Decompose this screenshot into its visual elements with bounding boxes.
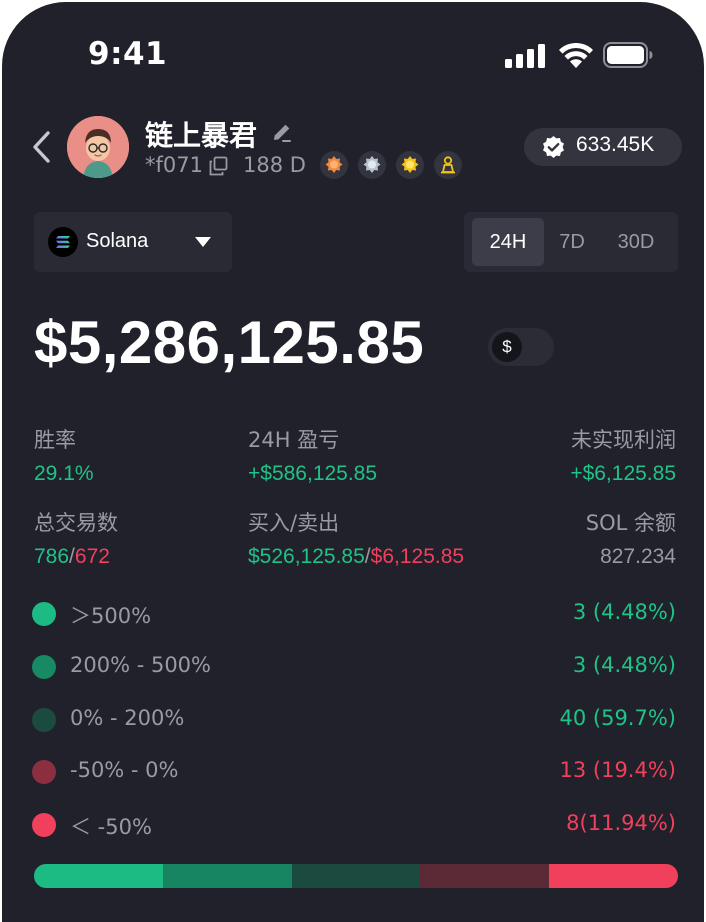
pnl-24h-value: +$586,125.85 — [248, 462, 378, 485]
unrealized-profit-label: 未实现利润 — [571, 428, 676, 452]
caret-down-icon — [195, 237, 211, 247]
distribution-row-neg50-0: -50% - 0% 13 (19.4%) — [2, 752, 704, 792]
distribution-dot — [32, 708, 56, 732]
distribution-label: -50% - 0% — [70, 758, 179, 782]
badge-silver[interactable] — [358, 151, 386, 179]
distribution-dot — [32, 655, 56, 679]
buy-amount: $526,125.85 — [248, 545, 365, 568]
verified-check-icon — [543, 136, 564, 158]
distribution-value: 3 (4.48%) — [572, 600, 676, 624]
edit-pencil-icon[interactable] — [270, 120, 294, 144]
distribution-value: 40 (59.7%) — [559, 706, 677, 730]
distribution-bar-segment-neg50-0 — [420, 864, 550, 888]
win-rate-label: 胜率 — [34, 428, 76, 452]
gold-medal-icon — [401, 156, 419, 173]
battery-icon — [603, 42, 653, 68]
chain-selector[interactable]: Solana — [34, 212, 232, 272]
trophy-icon — [441, 156, 455, 174]
cellular-signal-icon — [505, 44, 545, 68]
distribution-row-0-200: 0% - 200% 40 (59.7%) — [2, 700, 704, 740]
username: 链上暴君 — [145, 119, 258, 152]
solana-logo-icon — [48, 227, 78, 257]
distribution-value: 13 (19.4%) — [559, 758, 677, 782]
distribution-bar-segment-200-500 — [162, 864, 292, 888]
avatar[interactable] — [67, 116, 129, 178]
badge-gold[interactable] — [396, 151, 424, 179]
unrealized-profit-value: +$6,125.85 — [570, 462, 676, 485]
pnl-24h-label: 24H 盈亏 — [248, 428, 340, 452]
trades-wins: 786 — [34, 545, 70, 568]
pnl-distribution-bar — [34, 864, 678, 888]
distribution-row-lt-neg50: ＜ -50% 8(11.94%) — [2, 805, 704, 845]
distribution-label: 0% - 200% — [70, 706, 185, 730]
distribution-row-200-500: 200% - 500% 3 (4.48%) — [2, 647, 704, 687]
silver-medal-icon — [363, 156, 381, 173]
copy-icon[interactable] — [208, 156, 228, 176]
status-bar: 9:41 — [2, 2, 704, 102]
period-tabs: 24H 7D 30D — [464, 212, 678, 272]
total-trades-label: 总交易数 — [34, 511, 118, 535]
avatar-image — [67, 116, 129, 178]
distribution-value: 8(11.94%) — [566, 811, 676, 835]
back-chevron-icon[interactable] — [28, 128, 54, 166]
phone-screen: 9:41 链上暴君 *f071 188 D 633.45K Solana 24H… — [2, 2, 704, 922]
distribution-bar-segment-gt-500 — [34, 864, 163, 888]
sol-balance-label: SOL 余额 — [585, 511, 676, 535]
badge-trophy[interactable] — [434, 151, 462, 179]
chain-label: Solana — [86, 230, 149, 252]
distribution-dot — [32, 813, 56, 837]
distribution-label: ＜ -50% — [70, 815, 152, 839]
currency-toggle[interactable]: $ — [488, 328, 554, 366]
sol-balance-value: 827.234 — [600, 545, 676, 568]
buy-sell-label: 买入/卖出 — [248, 511, 340, 535]
distribution-bar-segment-lt-neg50 — [549, 864, 678, 888]
account-age: 188 D — [243, 153, 306, 177]
tab-7d[interactable]: 7D — [544, 218, 600, 266]
distribution-row-gt-500: ＞500% 3 (4.48%) — [2, 594, 704, 634]
total-balance: $5,286,125.85 — [34, 309, 425, 376]
total-trades-value: 786/672 — [34, 545, 110, 569]
tab-30d[interactable]: 30D — [604, 218, 668, 266]
wallet-address: *f071 — [145, 153, 203, 177]
distribution-value: 3 (4.48%) — [572, 653, 676, 677]
trades-losses: 672 — [74, 545, 110, 568]
status-time: 9:41 — [88, 36, 168, 72]
followers-pill[interactable]: 633.45K — [524, 128, 682, 166]
distribution-label: 200% - 500% — [70, 653, 212, 677]
sell-amount: $6,125.85 — [370, 545, 465, 568]
distribution-label: ＞500% — [70, 604, 152, 628]
wifi-icon — [559, 42, 593, 68]
win-rate-value: 29.1% — [34, 462, 94, 485]
dollar-icon: $ — [492, 332, 522, 362]
distribution-bar-segment-0-200 — [291, 864, 421, 888]
buy-sell-value: $526,125.85/$6,125.85 — [248, 545, 464, 569]
badge-bronze[interactable] — [320, 151, 348, 179]
distribution-dot — [32, 760, 56, 784]
tab-24h[interactable]: 24H — [472, 218, 544, 266]
bronze-medal-icon — [325, 156, 343, 173]
followers-count: 633.45K — [576, 133, 655, 156]
distribution-dot — [32, 602, 56, 626]
